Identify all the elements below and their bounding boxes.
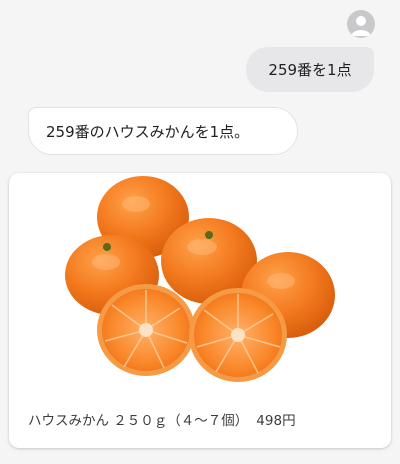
assistant-message-bubble: 259番のハウスみかんを1点。 xyxy=(28,107,298,155)
product-name: ハウスみかん ２５０ｇ（４～７個） xyxy=(28,413,249,429)
product-price: 498円 xyxy=(256,413,296,429)
product-card[interactable]: ハウスみかん ２５０ｇ（４～７個） 498円 xyxy=(9,173,391,448)
user-message-bubble: 259番を1点 xyxy=(246,47,374,92)
orange-half-left xyxy=(97,284,195,376)
user-avatar-icon xyxy=(347,10,375,38)
orange-half-right xyxy=(189,288,287,382)
user-message-text: 259番を1点 xyxy=(268,61,352,79)
mandarin-oranges-image xyxy=(65,176,335,382)
assistant-message-text: 259番のハウスみかんを1点。 xyxy=(46,122,250,141)
product-caption: ハウスみかん ２５０ｇ（４～７個） 498円 xyxy=(28,409,296,429)
